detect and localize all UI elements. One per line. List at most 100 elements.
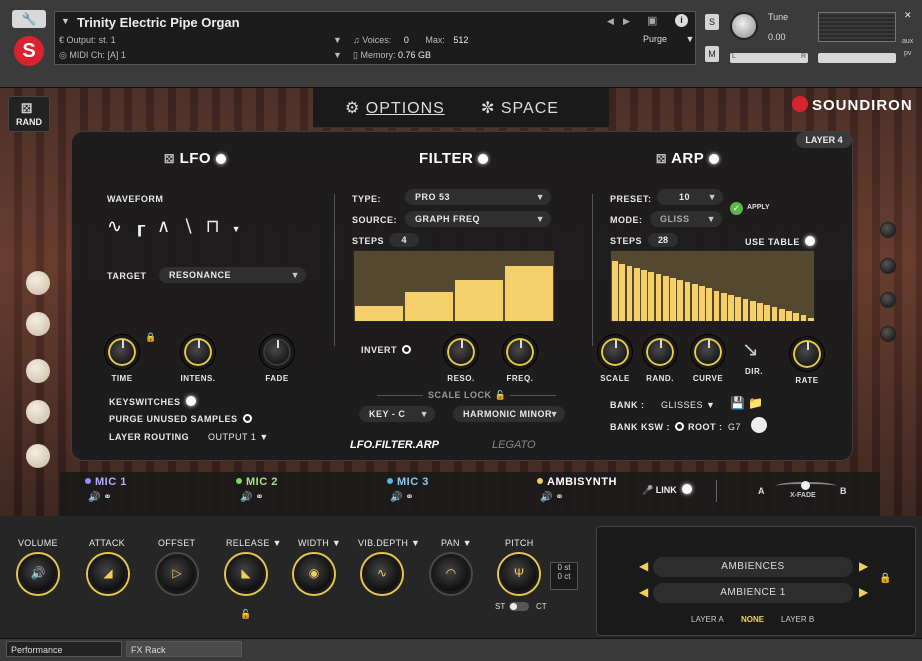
mode-dropdown[interactable]: GLISS ▼: [650, 211, 722, 227]
instrument-name[interactable]: Trinity Electric Pipe Organ: [77, 15, 240, 30]
root-learn-button[interactable]: [751, 417, 767, 433]
width-knob[interactable]: ◉: [294, 554, 334, 594]
arp-rand-knob[interactable]: [643, 335, 677, 369]
arp-step-bar[interactable]: [655, 274, 662, 321]
filter-type-dropdown[interactable]: PRO 53 ▼: [405, 189, 551, 205]
arp-step-bar[interactable]: [691, 284, 698, 321]
filter-step-graph[interactable]: [353, 250, 555, 322]
mute-button[interactable]: M: [705, 46, 719, 62]
offset-knob[interactable]: ▷: [157, 554, 197, 594]
close-icon[interactable]: ✕: [904, 10, 912, 21]
arp-step-graph[interactable]: [610, 250, 815, 322]
mic-3-label[interactable]: MIC 3: [387, 476, 429, 488]
saw-wave-icon[interactable]: ∖: [182, 216, 193, 236]
mic-2-controls[interactable]: 🔊 ⚭: [240, 492, 264, 503]
arp-step-bar[interactable]: [706, 288, 712, 321]
release-header[interactable]: RELEASE ▼: [226, 538, 282, 548]
routing-mode-lfo-filter-arp[interactable]: LFO.FILTER.ARP: [350, 439, 439, 451]
volume-knob[interactable]: 🔊: [18, 554, 58, 594]
pan-header[interactable]: PAN ▼: [441, 538, 472, 548]
midi-row[interactable]: ◎ MIDI Ch: [A] 1: [59, 50, 126, 61]
lfo-fade-knob[interactable]: [260, 335, 294, 369]
arp-step-bar[interactable]: [677, 280, 683, 321]
filter-source-dropdown[interactable]: GRAPH FREQ ▼: [405, 211, 551, 227]
purge-button[interactable]: Purge ▼: [643, 34, 694, 44]
speaker-icon[interactable]: 🔊: [390, 492, 402, 503]
bank-ksw-toggle[interactable]: BANK KSW :: [610, 422, 684, 432]
ambience-category-field[interactable]: AMBIENCES: [653, 557, 853, 577]
pan-slider[interactable]: L R: [730, 53, 808, 63]
scale-lock-toggle[interactable]: SCALE LOCK 🔓: [428, 390, 506, 401]
arp-step-bar[interactable]: [641, 270, 647, 321]
arp-steps-value[interactable]: 28: [648, 233, 678, 247]
lock-icon[interactable]: 🔓: [240, 609, 251, 620]
midi-dropdown-icon[interactable]: ▼: [333, 50, 342, 60]
random-wave-icon[interactable]: ⊓: [206, 216, 220, 236]
root-value[interactable]: G7: [728, 422, 741, 432]
arp-curve-knob[interactable]: [691, 335, 725, 369]
pitch-readout[interactable]: 0 st 0 ct: [550, 562, 578, 590]
prev-instrument-icon[interactable]: ◀: [607, 16, 614, 27]
lfo-intensity-knob[interactable]: [181, 335, 215, 369]
arp-step-bar[interactable]: [648, 272, 654, 321]
release-knob[interactable]: ◣: [226, 554, 266, 594]
pitch-knob[interactable]: Ψ: [499, 554, 539, 594]
arp-step-bar[interactable]: [728, 295, 734, 321]
layer-routing-dropdown[interactable]: OUTPUT 1 ▼: [208, 432, 269, 442]
arp-step-bar[interactable]: [699, 286, 705, 321]
tab-fx-rack[interactable]: FX Rack: [126, 641, 242, 657]
direction-arrow-icon[interactable]: ↘: [742, 337, 759, 362]
arp-step-bar[interactable]: [764, 305, 770, 321]
camera-icon[interactable]: ▣: [647, 14, 657, 27]
next-ambience-category-icon[interactable]: ▶: [859, 559, 868, 573]
layer-none-option[interactable]: NONE: [741, 615, 764, 624]
arp-step-bar[interactable]: [633, 268, 640, 321]
speaker-icon[interactable]: 🔊: [240, 492, 252, 503]
arp-step-bar[interactable]: [807, 318, 814, 321]
width-header[interactable]: WIDTH ▼: [298, 538, 341, 548]
output-dropdown-icon[interactable]: ▼: [333, 35, 342, 45]
arp-step-bar[interactable]: [684, 282, 691, 321]
arp-step-bar[interactable]: [670, 278, 676, 321]
tab-options[interactable]: ⚙ OPTIONS: [345, 98, 445, 118]
bank-dropdown[interactable]: GLISSES ▼: [661, 400, 715, 410]
prev-ambience-category-icon[interactable]: ◀: [639, 559, 648, 573]
filter-title[interactable]: FILTER: [419, 150, 489, 167]
st-ct-toggle[interactable]: [509, 602, 529, 611]
xfade-handle[interactable]: [801, 481, 810, 490]
lfo-title[interactable]: ⚄ LFO: [164, 150, 227, 167]
filter-steps-value[interactable]: 4: [389, 233, 419, 247]
purge-unused-toggle[interactable]: PURGE UNUSED SAMPLES: [109, 414, 252, 424]
filter-power-led[interactable]: [478, 154, 489, 164]
prev-ambience-icon[interactable]: ◀: [639, 585, 648, 599]
output-row[interactable]: € Output: st. 1: [59, 35, 116, 45]
arp-step-bar[interactable]: [786, 311, 792, 321]
invert-toggle[interactable]: INVERT: [361, 345, 412, 355]
arp-step-bar[interactable]: [800, 315, 807, 321]
volume-slider[interactable]: [818, 53, 896, 63]
link-icon[interactable]: ⚭: [405, 492, 413, 503]
info-icon[interactable]: i: [675, 14, 688, 27]
target-dropdown[interactable]: RESONANCE ▼: [159, 267, 306, 283]
arp-step-bar[interactable]: [612, 261, 618, 321]
filter-step-bar[interactable]: [355, 306, 403, 321]
waveform-dropdown-icon[interactable]: ▼: [232, 224, 241, 234]
ambisynth-label[interactable]: AMBISYNTH: [537, 476, 617, 488]
pv-label[interactable]: pv: [904, 50, 911, 57]
freq-knob[interactable]: [503, 335, 537, 369]
arp-step-bar[interactable]: [749, 301, 756, 321]
wrench-icon[interactable]: 🔧: [12, 10, 46, 28]
link-icon[interactable]: ⚭: [555, 492, 563, 503]
pan-knob[interactable]: ◠: [431, 554, 471, 594]
aux-label[interactable]: aux: [902, 38, 913, 45]
reso-knob[interactable]: [444, 335, 478, 369]
speaker-icon[interactable]: 🔊: [88, 492, 100, 503]
arp-step-bar[interactable]: [793, 313, 799, 321]
folder-icon[interactable]: 📁: [748, 396, 763, 410]
triangle-wave-icon[interactable]: ∧: [157, 216, 170, 236]
ambisynth-controls[interactable]: 🔊 ⚭: [540, 492, 564, 503]
vib-depth-knob[interactable]: ∿: [362, 554, 402, 594]
sine-wave-icon[interactable]: ∿: [107, 216, 122, 236]
preset-dropdown[interactable]: 10 ▼: [657, 189, 723, 205]
next-instrument-icon[interactable]: ▶: [623, 16, 630, 27]
